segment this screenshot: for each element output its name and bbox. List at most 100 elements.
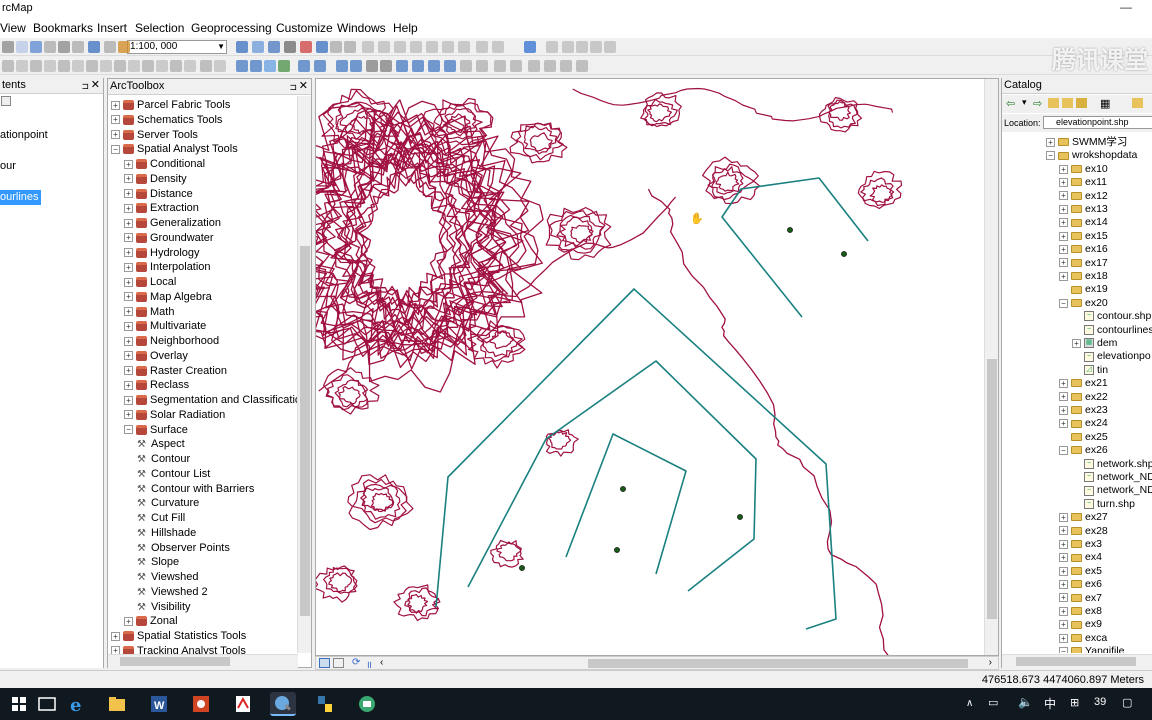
toolbar-button[interactable] [142,60,154,72]
toolset-item[interactable]: + Interpolation [124,260,211,275]
refresh-icon[interactable]: ⟳ [352,657,360,668]
location-input[interactable]: elevationpoint.shp [1043,116,1152,129]
expand-icon[interactable]: + [1059,526,1068,536]
ime-mode-icon[interactable]: ⊞ [1070,696,1079,709]
layout-view-button[interactable] [333,658,344,668]
toolbar-button[interactable] [560,60,572,72]
toolset-item[interactable]: + Segmentation and Classification [124,393,298,408]
collapse-icon[interactable]: − [124,425,133,435]
expand-icon[interactable]: + [124,277,133,287]
toolset-item[interactable]: + Solar Radiation [124,408,225,423]
expand-icon[interactable]: + [124,395,133,405]
toolbar-button[interactable] [128,60,140,72]
expand-icon[interactable]: + [1059,258,1068,268]
pin-icon[interactable]: ⊐ [289,80,297,95]
toolbox-item[interactable]: + Parcel Fabric Tools [111,98,230,113]
map-scale-dropdown[interactable]: 1:100, 000 ▼ [127,40,227,54]
collapse-icon[interactable]: − [1059,646,1068,653]
collapse-icon[interactable]: − [111,144,120,154]
toolbar-button[interactable] [394,41,406,53]
pin-icon[interactable]: ⊐ [81,79,89,94]
toolbar-button[interactable] [278,60,290,72]
expand-icon[interactable]: + [124,366,133,376]
scrollbar-thumb[interactable] [120,657,230,666]
forward-icon[interactable]: ⇨ [1033,97,1042,110]
toolbar-button[interactable] [104,41,116,53]
toolset-item[interactable]: + Groundwater [124,231,214,246]
toolbar-button[interactable] [72,60,84,72]
toolset-item[interactable]: + Math [124,305,174,320]
toolset-item[interactable]: + Extraction [124,201,199,216]
arcmap-taskbar-icon[interactable] [270,692,296,716]
notification-icon[interactable]: ▢ [1122,696,1132,709]
new-folder-icon[interactable] [1132,98,1143,108]
tool-item[interactable]: ⚒ Viewshed 2 [137,585,208,600]
toolset-item[interactable]: + Distance [124,187,193,202]
expand-icon[interactable]: + [1059,553,1068,563]
toolbar-button[interactable] [380,60,392,72]
toolbar-button[interactable] [378,41,390,53]
toolbar-button[interactable] [336,60,348,72]
toolset-item[interactable]: − Surface [124,423,188,438]
expand-icon[interactable]: + [124,292,133,302]
toolbar-button[interactable] [100,60,112,72]
toolbar-button[interactable] [264,60,276,72]
toolbar-button[interactable] [476,60,488,72]
expand-icon[interactable]: + [124,307,133,317]
toolbar-button[interactable] [236,41,248,53]
toolset-item[interactable]: + Zonal [124,614,178,629]
expand-icon[interactable]: + [1059,271,1068,281]
list-by-drawing-order-icon[interactable] [1,96,11,106]
expand-icon[interactable]: + [111,100,120,110]
toolset-item[interactable]: + Generalization [124,216,221,231]
expand-icon[interactable]: + [1059,579,1068,589]
toolbar-button[interactable] [458,41,470,53]
toolbar-button[interactable] [16,60,28,72]
toolset-item[interactable]: + Density [124,172,187,187]
tool-item[interactable]: ⚒ Contour with Barriers [137,482,254,497]
expand-icon[interactable]: + [1059,512,1068,522]
map-horizontal-scroll-thumb[interactable] [588,659,968,668]
scrollbar-thumb[interactable] [300,246,310,616]
views-icon[interactable]: ▦ [1100,97,1110,110]
map-vertical-scrollbar[interactable] [984,79,998,655]
catalog-horizontal-scrollbar[interactable] [1002,654,1152,668]
word-icon[interactable]: W [146,692,172,716]
tool-item[interactable]: ⚒ Cut Fill [137,511,185,526]
tray-chevron-icon[interactable]: ∧ [966,698,973,709]
toolbar-button[interactable] [528,60,540,72]
toolbar-button[interactable] [524,41,536,53]
expand-icon[interactable]: + [1059,244,1068,254]
expand-icon[interactable]: + [1072,338,1081,348]
toolbar-button[interactable] [362,41,374,53]
expand-icon[interactable]: + [124,189,133,199]
menu-windows[interactable]: Windows [337,21,386,35]
file-explorer-icon[interactable] [104,692,130,716]
expand-icon[interactable]: + [1059,378,1068,388]
expand-icon[interactable]: + [1059,231,1068,241]
toolbar-button[interactable] [2,41,14,53]
tool-item[interactable]: ⚒ Visibility [137,600,191,615]
toolbar-button[interactable] [88,41,100,53]
tool-item[interactable]: ⚒ Curvature [137,496,199,511]
scrollbar-thumb[interactable] [1016,657,1136,666]
toolbar-button[interactable] [184,60,196,72]
menu-insert[interactable]: Insert [97,21,127,35]
toolbar-button[interactable] [298,60,310,72]
minimize-button[interactable]: — [1120,0,1132,14]
toolset-item[interactable]: + Conditional [124,157,205,172]
expand-icon[interactable]: + [124,351,133,361]
expand-icon[interactable]: + [124,233,133,243]
tool-item[interactable]: ⚒ Observer Points [137,541,230,556]
task-view-button[interactable] [34,692,60,716]
powerpoint-icon[interactable] [188,692,214,716]
expand-icon[interactable]: + [1059,539,1068,549]
expand-icon[interactable]: + [1059,164,1068,174]
menu-geoprocessing[interactable]: Geoprocessing [191,21,272,35]
expand-icon[interactable]: + [124,321,133,331]
toolbar-button[interactable] [16,41,28,53]
toolset-item[interactable]: + Neighborhood [124,334,219,349]
toolbar-button[interactable] [284,41,296,53]
python-icon[interactable] [312,692,338,716]
expand-icon[interactable]: + [124,218,133,228]
